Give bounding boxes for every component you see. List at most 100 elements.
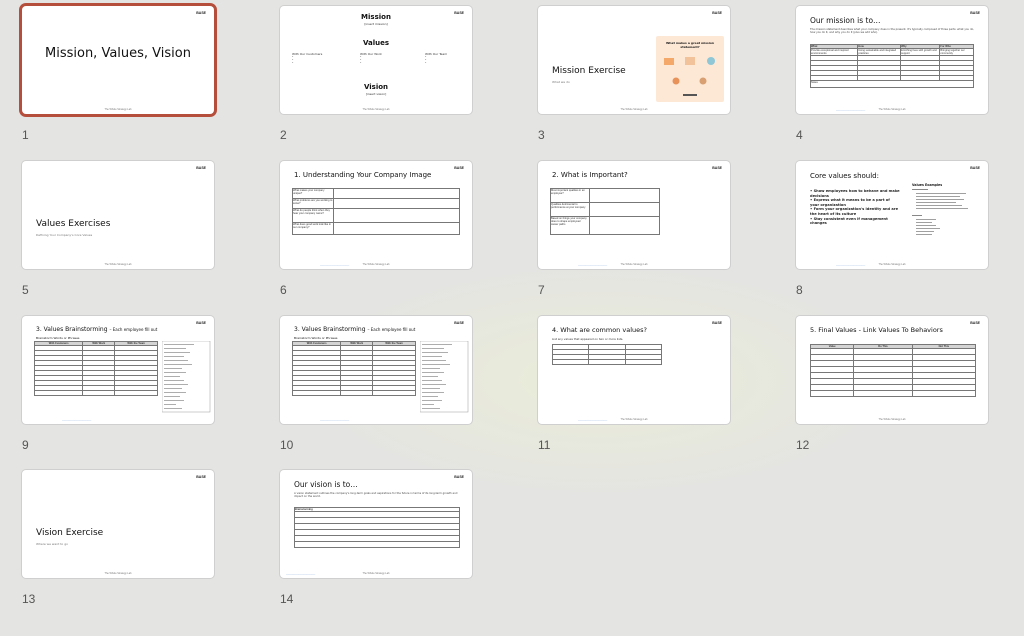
slide-number: 3 — [538, 128, 545, 142]
slide-number: 12 — [796, 438, 810, 452]
table-cell: Bringing together our community — [939, 48, 974, 56]
slide-subtitle: List any values that appeared on two or … — [552, 337, 624, 341]
slide-link: ________________________ — [320, 419, 350, 421]
mission-placeholder: [insert mission] — [364, 22, 388, 26]
slide-number: 1 — [22, 128, 29, 142]
values-examples-list — [912, 189, 968, 235]
values-column-1: With Our Customers — [292, 52, 323, 56]
table-cell: What problems are you working to solve? — [292, 198, 334, 209]
mission-infographic: What makes a great mission statement? — [656, 36, 724, 102]
slide-footer: The Whole Strategy Lab — [104, 263, 132, 266]
logo: BASE — [454, 321, 464, 325]
logo: BASE — [454, 475, 464, 479]
logo: BASE — [196, 475, 206, 479]
slide-number: 8 — [796, 283, 803, 297]
brainstorm-table: With Customers With Work With the Team — [33, 341, 158, 396]
logo: BASE — [196, 11, 206, 15]
vision-table: Brainstorming — [294, 507, 460, 548]
slide-number: 5 — [22, 283, 29, 297]
title-suffix: – Each employee fill out — [109, 327, 158, 332]
slide-subtitle: Where we want to go — [36, 542, 68, 546]
logo: BASE — [196, 321, 206, 325]
slide-3[interactable]: BASE Mission Exercise What we do What ma… — [538, 6, 730, 114]
values-word-list — [162, 341, 211, 413]
slide-footer: The Whole Strategy Lab — [620, 263, 648, 266]
slide-title: 3. Values Brainstorming – Each employee … — [36, 326, 157, 333]
core-values-bullets: • Show employees how to behave and make … — [810, 189, 900, 226]
slide-12[interactable]: BASE 5. Final Values - Link Values To Be… — [796, 316, 988, 424]
slide-number: 13 — [22, 592, 36, 606]
slide-footer: The Whole Strategy Lab — [878, 263, 906, 266]
slide-description: A vision statement outlines the company'… — [294, 492, 458, 499]
logo: BASE — [970, 166, 980, 170]
mission-heading: Mission — [361, 13, 391, 21]
mission-table: What How Why For Who Provide exceptional an… — [809, 44, 974, 88]
title-suffix: – Each employee fill out — [367, 327, 416, 332]
slide-title: 3. Values Brainstorming – Each employee … — [294, 326, 415, 333]
bullet-item: • Stay consistent even if management cha… — [810, 216, 888, 226]
slide-6[interactable]: BASE 1. Understanding Your Company Image… — [280, 161, 472, 269]
bullet-dots: · · · — [360, 54, 362, 66]
slide-2[interactable]: BASE Mission [insert mission] Values Wit… — [280, 6, 472, 114]
slide-title: Mission Exercise — [552, 66, 626, 76]
slide-1[interactable]: BASE Mission, Values, Vision The Whole S… — [22, 6, 214, 114]
slide-subtitle: Brainstorm Words or Phrases — [36, 336, 80, 340]
notes-cell: Notes — [810, 80, 974, 88]
slide-title: 1. Understanding Your Company Image — [294, 171, 432, 179]
slide-title: Our mission is to… — [810, 16, 881, 25]
logo: BASE — [970, 321, 980, 325]
bullet-item: • Form your organization's identity and … — [810, 207, 899, 216]
table-cell: What makes your company unique? — [292, 188, 334, 199]
slide-14[interactable]: BASE Our vision is to… A vision statemen… — [280, 470, 472, 578]
slide-number: 7 — [538, 283, 545, 297]
bullet-item: • Express what it means to be a part of … — [810, 198, 890, 207]
bullet-dots: · · · — [425, 54, 427, 66]
logo: BASE — [712, 321, 722, 325]
values-column-3: With Our Team — [425, 52, 448, 56]
slide-link: ________________________ — [62, 419, 92, 421]
slide-title: 5. Final Values - Link Values To Behavio… — [810, 326, 943, 334]
bullet-item: • Show employees how to behave and make … — [810, 189, 900, 198]
slide-9[interactable]: BASE 3. Values Brainstorming – Each empl… — [22, 316, 214, 424]
slide-title: 2. What is Important? — [552, 171, 628, 179]
slide-11[interactable]: BASE 4. What are common values? List any… — [538, 316, 730, 424]
values-heading: Values — [362, 39, 390, 47]
logo: BASE — [712, 166, 722, 170]
slide-title: Our vision is to… — [294, 480, 358, 489]
slide-number: 2 — [280, 128, 287, 142]
logo: BASE — [970, 11, 980, 15]
slide-4[interactable]: BASE Our mission is to… The mission stat… — [796, 6, 988, 114]
slide-footer: The Whole Strategy Lab — [878, 108, 906, 111]
slide-13[interactable]: BASE Vision Exercise Where we want to go… — [22, 470, 214, 578]
table-cell: Enriching lives with growth and support — [900, 48, 941, 56]
slide-8[interactable]: BASE Core values should: • Show employee… — [796, 161, 988, 269]
logo: BASE — [196, 166, 206, 170]
slide-subtitle: What we do — [552, 80, 570, 84]
slide-10[interactable]: BASE 3. Values Brainstorming – Each empl… — [280, 316, 472, 424]
slide-title: Core values should: — [810, 172, 879, 180]
title-main: 3. Values Brainstorming — [36, 326, 108, 333]
slide-title: Mission, Values, Vision — [45, 46, 191, 61]
slide-number: 4 — [796, 128, 803, 142]
slide-5[interactable]: BASE Values Exercises Defining Your Comp… — [22, 161, 214, 269]
table-cell: Using sustainable and integrated practic… — [857, 48, 902, 56]
slide-number: 14 — [280, 592, 294, 606]
logo: BASE — [712, 11, 722, 15]
slide-7[interactable]: BASE 2. What is Important? Most importan… — [538, 161, 730, 269]
slide-footer: The Whole Strategy Lab — [878, 418, 906, 421]
slide-footer: The Whole Strategy Lab — [362, 572, 390, 575]
bullet-dots: · · · — [292, 54, 294, 66]
slide-description: The mission statement describes what you… — [810, 28, 975, 35]
vision-heading: Vision — [363, 83, 389, 91]
table-cell: What do people think when they hear your… — [292, 208, 334, 223]
slide-footer: The Whole Strategy Lab — [362, 108, 390, 111]
importance-table: Most important qualities in an employee?… — [550, 188, 660, 235]
values-column-2: With Our Work — [360, 52, 382, 56]
final-values-table: Value Do This Not This — [809, 344, 977, 397]
slide-number: 10 — [280, 438, 294, 452]
logo: BASE — [454, 166, 464, 170]
table-cell: Most important qualities in an employee? — [550, 188, 590, 203]
slide-footer: The Whole Strategy Lab — [620, 418, 648, 421]
slide-number: 9 — [22, 438, 29, 452]
table-cell: Based on things your company does to sha… — [550, 216, 590, 235]
